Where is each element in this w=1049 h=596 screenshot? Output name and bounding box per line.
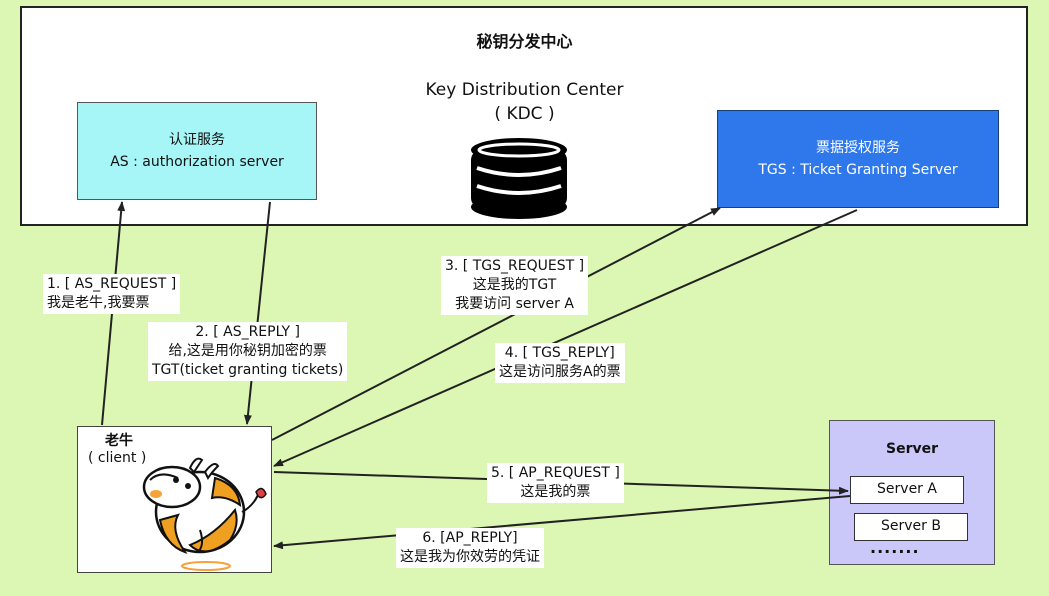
step-6-title: 6. [AP_REPLY] [422, 530, 518, 546]
step-5-title: 5. [ AP_REQUEST ] [491, 465, 620, 481]
step-2-label: 2. [ AS_REPLY ] 给,这是用你秘钥加密的票 TGT(ticket … [148, 322, 348, 381]
step-1-label: 1. [ AS_REQUEST ] 我是老牛,我要票 [43, 274, 181, 314]
step-4-label: 4. [ TGS_REPLY] 这是访问服务A的票 [495, 343, 625, 383]
step-3-title: 3. [ TGS_REQUEST ] [445, 258, 585, 274]
arrow-tgs-reply [273, 209, 858, 467]
database-icon [471, 138, 567, 219]
step-6-desc: 这是我为你效劳的凭证 [400, 549, 540, 565]
step-3-label: 3. [ TGS_REQUEST ] 这是我的TGT 我要访问 server A [441, 256, 589, 315]
step-3-desc2: 我要访问 server A [455, 296, 574, 312]
arrow-ap-reply [273, 495, 851, 550]
step-2-desc: 给,这是用你秘钥加密的票 [168, 343, 327, 359]
step-2-title: 2. [ AS_REPLY ] [195, 324, 300, 340]
step-1-desc: 我是老牛,我要票 [47, 295, 150, 311]
step-1-title: 1. [ AS_REQUEST ] [47, 276, 177, 292]
cow-icon [142, 457, 267, 571]
step-2-desc2: TGT(ticket granting tickets) [152, 362, 344, 378]
step-6-label: 6. [AP_REPLY] 这是我为你效劳的凭证 [396, 528, 544, 568]
step-4-title: 4. [ TGS_REPLY] [504, 345, 615, 361]
arrow-as-reply [243, 201, 271, 425]
step-4-desc: 这是访问服务A的票 [499, 364, 621, 380]
step-3-desc: 这是我的TGT [472, 277, 557, 293]
step-5-label: 5. [ AP_REQUEST ] 这是我的票 [487, 463, 624, 503]
step-5-desc: 这是我的票 [520, 484, 591, 500]
